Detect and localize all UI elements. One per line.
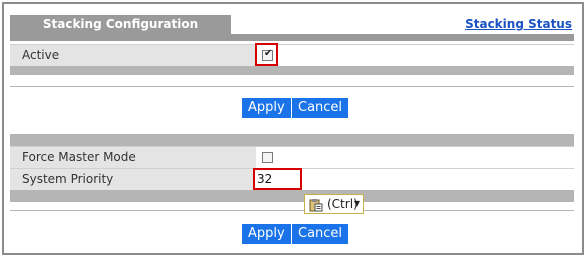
section2-header-band bbox=[10, 134, 574, 146]
active-row: Active bbox=[10, 44, 574, 66]
title-bar bbox=[10, 34, 574, 41]
clipboard-icon bbox=[309, 199, 323, 212]
force-master-checkbox[interactable] bbox=[262, 152, 273, 163]
system-priority-label: System Priority bbox=[22, 172, 114, 186]
separator-2 bbox=[10, 210, 574, 211]
caret-down-icon: ▼ bbox=[353, 199, 360, 208]
priority-highlight bbox=[253, 168, 302, 190]
section2-band bbox=[10, 190, 574, 202]
force-master-cell bbox=[256, 147, 574, 168]
section1-band bbox=[10, 66, 574, 75]
force-master-row: Force Master Mode bbox=[10, 146, 574, 168]
active-highlight bbox=[255, 43, 278, 66]
separator bbox=[10, 86, 574, 87]
active-label: Active bbox=[22, 48, 60, 62]
apply-button[interactable]: Apply bbox=[242, 98, 291, 118]
cancel-button-2[interactable]: Cancel bbox=[292, 224, 349, 244]
system-priority-cell bbox=[256, 169, 574, 190]
apply-button-2[interactable]: Apply bbox=[242, 224, 291, 244]
cancel-button[interactable]: Cancel bbox=[292, 98, 349, 118]
paste-options-button[interactable]: (Ctrl) ▼ bbox=[304, 194, 364, 214]
page-title: Stacking Configuration bbox=[10, 15, 231, 34]
active-cell bbox=[256, 45, 574, 66]
stacking-status-link[interactable]: Stacking Status bbox=[465, 17, 572, 31]
force-master-label: Force Master Mode bbox=[22, 150, 136, 164]
